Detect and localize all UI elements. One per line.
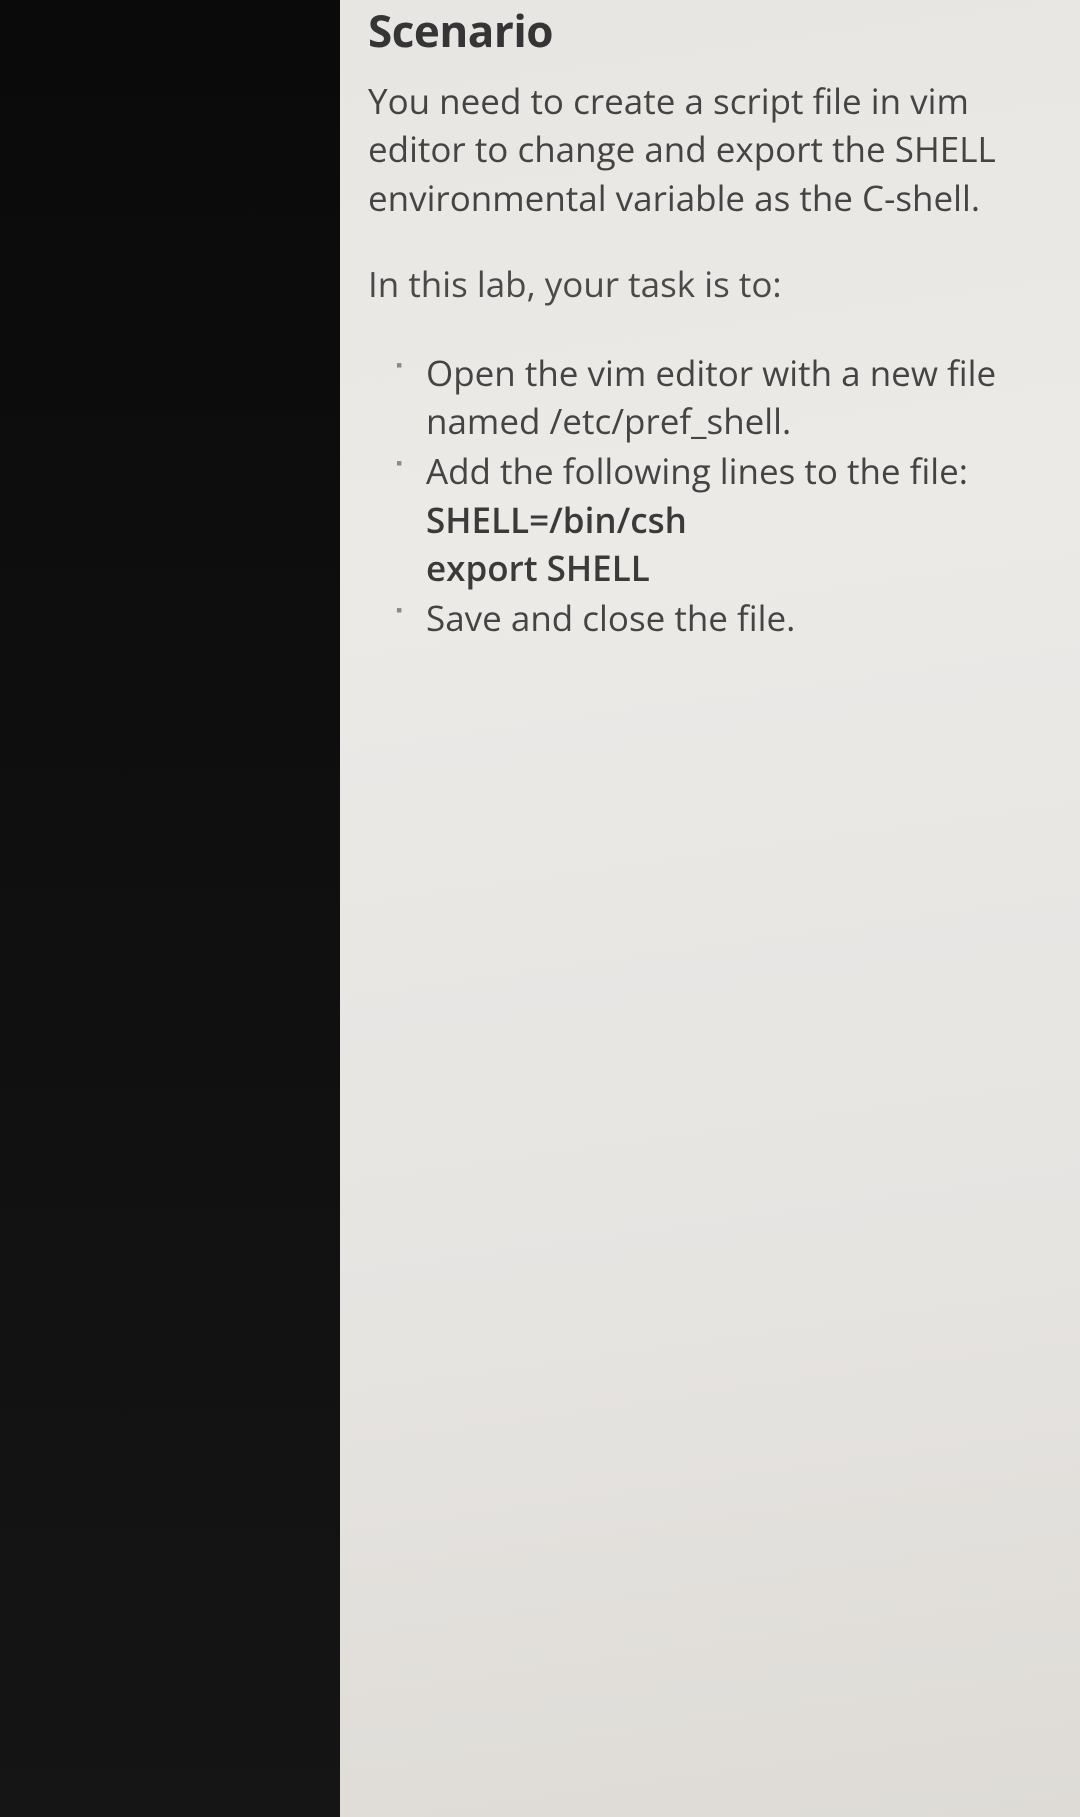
code-line: export SHELL bbox=[426, 545, 1058, 593]
scenario-panel: Scenario You need to create a script fil… bbox=[340, 0, 1080, 1817]
task-item: Open the vim editor with a new file name… bbox=[396, 350, 1058, 447]
task-item-text: Add the following lines to the file: bbox=[426, 448, 968, 495]
task-intro: In this lab, your task is to: bbox=[368, 261, 1058, 308]
task-item-text: Save and close the file. bbox=[426, 595, 795, 642]
left-dark-panel bbox=[0, 0, 340, 1817]
task-item: Add the following lines to the file: SHE… bbox=[396, 448, 1058, 593]
scenario-heading: Scenario bbox=[368, 0, 1058, 60]
task-item: Save and close the file. bbox=[396, 595, 1058, 643]
scenario-intro: You need to create a script file in vim … bbox=[368, 78, 1058, 223]
code-line: SHELL=/bin/csh bbox=[426, 497, 1058, 545]
task-item-text: Open the vim editor with a new file name… bbox=[426, 350, 996, 445]
task-list: Open the vim editor with a new file name… bbox=[368, 350, 1058, 644]
